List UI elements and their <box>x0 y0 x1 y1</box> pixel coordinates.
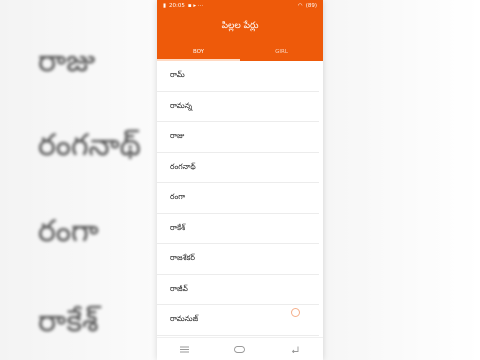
navigation-bar <box>157 337 323 360</box>
app-bar: పిల్లల పేర్లు <box>157 12 323 42</box>
tab-bar: BOY GIRL <box>157 42 323 61</box>
list-item[interactable]: రాకేశ్ <box>157 214 319 244</box>
background-word: రంగనాథ్ <box>38 128 141 163</box>
list-item[interactable]: రంగా <box>157 183 319 214</box>
wifi-icon: ◠ <box>297 3 303 9</box>
background-word: రాకేశ్ <box>38 304 99 339</box>
status-bar: ▮ 20:05 ▪ ▸ ··· ◠ (89) <box>157 0 323 12</box>
background-word: రంగా <box>38 214 99 249</box>
list-item[interactable]: రాజు <box>157 122 319 153</box>
signal-icon: ▮ <box>163 3 167 9</box>
touch-indicator-icon <box>291 308 300 317</box>
list-item[interactable]: రంగనాథ్ <box>157 153 319 183</box>
list-item[interactable]: రాజీవ్ <box>157 275 319 305</box>
home-nav-icon[interactable] <box>230 342 250 356</box>
background-word: రాజు <box>38 44 96 79</box>
list-item[interactable]: రామ్ <box>157 61 319 92</box>
status-time: 20:05 <box>169 3 185 9</box>
tab-girl[interactable]: GIRL <box>240 42 323 61</box>
battery-icon: (89) <box>305 3 317 9</box>
phone-screen: ▮ 20:05 ▪ ▸ ··· ◠ (89) పిల్లల పేర్లు BOY… <box>157 0 323 360</box>
menu-nav-icon[interactable] <box>175 342 195 356</box>
notification-icon: ▪ ▸ ··· <box>187 3 204 9</box>
list-item[interactable]: రామన్న <box>157 92 319 122</box>
list-item[interactable]: రాజశేకర్ <box>157 244 319 275</box>
background-right <box>323 0 480 360</box>
back-nav-icon[interactable] <box>285 342 305 356</box>
page-title: పిల్లల పేర్లు <box>221 21 259 31</box>
names-list: రామ్ రామన్న రాజు రంగనాథ్ రంగా రాకేశ్ రాజ… <box>157 61 323 336</box>
